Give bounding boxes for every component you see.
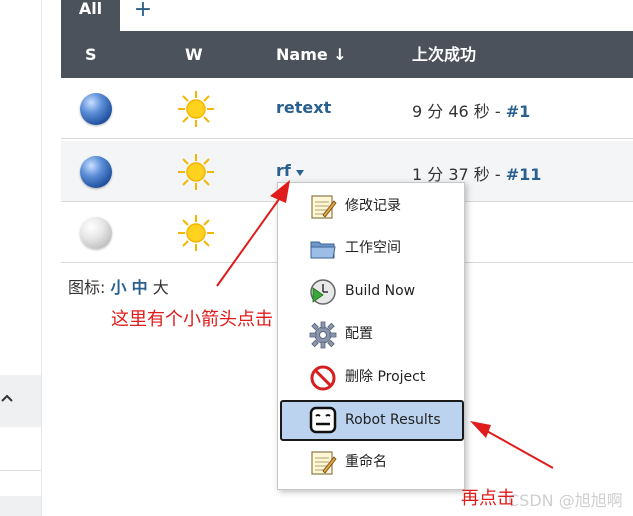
column-status[interactable]: S <box>85 31 97 78</box>
menu-item-label: 工作空间 <box>345 240 401 256</box>
menu-item-label: Robot Results <box>345 412 441 428</box>
chevron-up-icon[interactable] <box>0 390 16 406</box>
sidebar <box>0 0 42 516</box>
status-blue-ball-icon <box>80 93 112 125</box>
job-context-menu: 修改记录 工作空间 Build Now 配置 删除 Project Robot … <box>277 182 465 490</box>
annotation-text-click-again: 再点击 <box>461 488 515 509</box>
menu-item-configure[interactable]: 配置 <box>278 313 464 355</box>
menu-item-robot-results[interactable]: Robot Results <box>280 400 464 441</box>
icon-size-large[interactable]: 大 <box>153 278 169 297</box>
menu-item-workspace[interactable]: 工作空间 <box>278 227 464 269</box>
no-entry-icon <box>310 365 336 391</box>
job-link-retext[interactable]: retext <box>276 98 331 117</box>
icon-size-legend: 图标: 小 中 大 <box>68 274 169 298</box>
column-name[interactable]: Name ↓ <box>276 31 347 78</box>
job-link-rf[interactable]: rf <box>276 161 291 180</box>
notepad-icon <box>311 451 337 475</box>
folder-icon <box>310 241 336 259</box>
sidebar-divider <box>0 470 41 471</box>
sidebar-section <box>0 496 41 516</box>
robot-icon <box>309 406 337 434</box>
tab-all[interactable]: All <box>61 0 120 31</box>
column-last-success[interactable]: 上次成功 <box>412 31 476 78</box>
annotation-text-arrow-hint: 这里有个小箭头点击 <box>111 309 273 330</box>
icon-size-label: 图标: <box>68 278 111 297</box>
menu-item-label: 配置 <box>345 326 373 342</box>
sunny-weather-icon <box>178 91 214 127</box>
watermark: CSDN @旭旭啊 <box>508 491 623 510</box>
icon-size-medium[interactable]: 中 <box>132 278 148 297</box>
menu-item-label: 修改记录 <box>345 198 401 214</box>
menu-item-rename[interactable]: 重命名 <box>278 441 464 483</box>
menu-item-delete-project[interactable]: 删除 Project <box>278 356 464 398</box>
menu-item-build-now[interactable]: Build Now <box>278 270 464 312</box>
clock-play-icon <box>310 279 336 305</box>
gear-icon <box>309 321 337 349</box>
sunny-weather-icon <box>178 215 214 251</box>
menu-item-label: 重命名 <box>345 454 387 470</box>
menu-item-label: 删除 Project <box>345 369 426 385</box>
annotation-arrow-2 <box>470 421 554 469</box>
build-link[interactable]: #1 <box>506 102 531 121</box>
status-blue-ball-icon <box>80 156 112 188</box>
sunny-weather-icon <box>178 154 214 190</box>
column-weather[interactable]: W <box>185 31 203 78</box>
last-success-text: 9 分 46 秒 - #1 <box>412 98 530 122</box>
chevron-down-icon[interactable] <box>296 170 304 176</box>
menu-item-label: Build Now <box>345 283 416 299</box>
add-view-button[interactable]: + <box>128 0 158 24</box>
table-row: retext 9 分 46 秒 - #1 <box>61 78 633 139</box>
icon-size-small[interactable]: 小 <box>110 278 126 297</box>
last-success-duration: 9 分 46 秒 - <box>412 102 506 121</box>
build-link[interactable]: #11 <box>506 165 542 184</box>
jobs-table-header: S W Name ↓ 上次成功 <box>61 31 633 78</box>
notepad-icon <box>311 195 337 219</box>
menu-item-changes[interactable]: 修改记录 <box>278 185 464 227</box>
status-grey-ball-icon <box>80 217 112 249</box>
